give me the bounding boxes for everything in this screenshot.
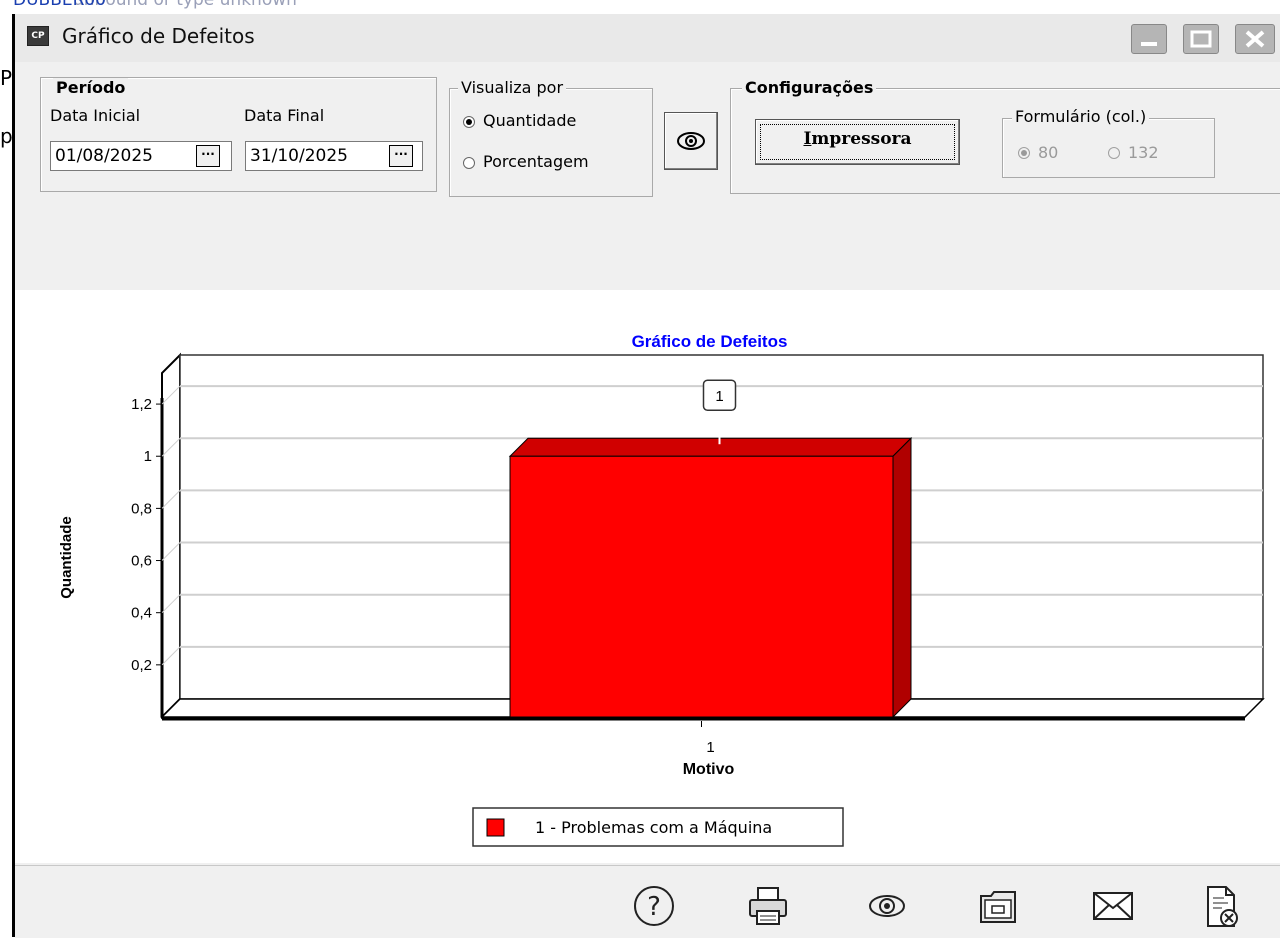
- data-final-picker-button[interactable]: ···: [389, 145, 413, 167]
- email-icon[interactable]: [1090, 884, 1138, 928]
- visualiza-legend: Visualiza por: [458, 78, 567, 97]
- y-tick-label: 0,8: [131, 500, 152, 517]
- help-icon[interactable]: ?: [629, 884, 679, 928]
- x-tick-label: 1: [706, 739, 714, 756]
- eye-icon: [677, 132, 705, 150]
- radio-132-label: 132: [1128, 143, 1159, 162]
- y-tick-label: 1,2: [131, 396, 152, 413]
- bar-top-face: [508, 437, 913, 457]
- impressora-label-rest: mpressora: [811, 129, 912, 149]
- title-bar[interactable]: CP Gráfico de Defeitos: [15, 14, 1280, 62]
- chart-ylabel: Quantidade: [58, 516, 75, 599]
- minimize-icon: [1141, 42, 1157, 46]
- radio-formulario-80[interactable]: 80: [1018, 143, 1078, 165]
- radio-porcentagem-indicator[interactable]: [463, 157, 475, 169]
- data-final-value: 31/10/2025: [250, 146, 348, 166]
- radio-80-indicator[interactable]: [1018, 147, 1030, 159]
- close-report-icon[interactable]: [1202, 884, 1242, 930]
- legend-label: 1 - Problemas com a Máquina: [535, 818, 772, 837]
- svg-text:?: ?: [647, 892, 661, 922]
- export-icon[interactable]: [975, 884, 1021, 928]
- maximize-button[interactable]: [1183, 24, 1219, 54]
- radio-porcentagem[interactable]: Porcentagem: [463, 152, 643, 176]
- background-letter-1: P: [0, 66, 13, 90]
- background-letter-2: p: [0, 124, 13, 148]
- bar-front-face: [509, 455, 894, 718]
- preview-button[interactable]: [664, 112, 718, 170]
- maximize-icon: [1190, 30, 1212, 48]
- y-tick-label: 0,4: [131, 605, 152, 622]
- action-bar: ?: [15, 865, 1280, 938]
- defects-chart-window: CP Gráfico de Defeitos Período Data Inic…: [12, 14, 1280, 938]
- data-final-field[interactable]: 31/10/2025 ···: [245, 141, 423, 171]
- bar-side-face: [892, 437, 912, 719]
- printer-icon[interactable]: [746, 884, 790, 928]
- chart-panel: 0,2 0,4 0,6 0,8 1 1,2 1 1 Gráfico de Defeitos Mot…: [15, 290, 1280, 863]
- background-text-over: DUBBER00: [13, 0, 107, 10]
- close-button[interactable]: [1235, 24, 1275, 54]
- periodo-legend: Período: [53, 78, 129, 97]
- impressora-button-label: Impressora: [760, 124, 955, 160]
- y-tick-label: 0,6: [131, 553, 152, 570]
- app-icon[interactable]: CP: [27, 26, 49, 46]
- configuracoes-legend: Configurações: [742, 78, 877, 97]
- data-inicial-picker-button[interactable]: ···: [196, 145, 220, 167]
- data-inicial-value: 01/08/2025: [55, 146, 153, 166]
- radio-132-indicator[interactable]: [1108, 147, 1120, 159]
- data-final-label: Data Final: [244, 106, 325, 125]
- background-top-text: unbound or type unknown DUBBER00: [13, 0, 297, 10]
- data-inicial-label: Data Inicial: [50, 106, 141, 125]
- radio-quantidade-indicator[interactable]: [463, 116, 475, 128]
- impressora-button[interactable]: Impressora: [755, 119, 960, 165]
- window-title: Gráfico de Defeitos: [62, 24, 255, 48]
- close-icon: [1245, 30, 1265, 48]
- y-tick-label: 1: [144, 448, 152, 465]
- visualiza-group: [449, 88, 653, 197]
- data-label: 1: [715, 388, 723, 405]
- legend-swatch: [486, 818, 505, 837]
- chart-title: Gráfico de Defeitos: [632, 332, 788, 351]
- radio-porcentagem-label: Porcentagem: [483, 152, 589, 171]
- radio-80-label: 80: [1038, 143, 1059, 162]
- chart-xlabel: Motivo: [683, 761, 735, 778]
- y-tick-label: 0,2: [131, 657, 152, 674]
- radio-formulario-132[interactable]: 132: [1108, 143, 1188, 165]
- defects-chart: 0,2 0,4 0,6 0,8 1 1,2 1 1 Gráfico de Defeitos Mot…: [58, 332, 1265, 847]
- preview-eye-icon[interactable]: [864, 884, 910, 928]
- radio-quantidade-label: Quantidade: [483, 111, 577, 130]
- minimize-button[interactable]: [1131, 24, 1167, 54]
- data-inicial-field[interactable]: 01/08/2025 ···: [50, 141, 232, 171]
- radio-quantidade[interactable]: Quantidade: [463, 111, 643, 135]
- formulario-legend: Formulário (col.): [1012, 107, 1150, 126]
